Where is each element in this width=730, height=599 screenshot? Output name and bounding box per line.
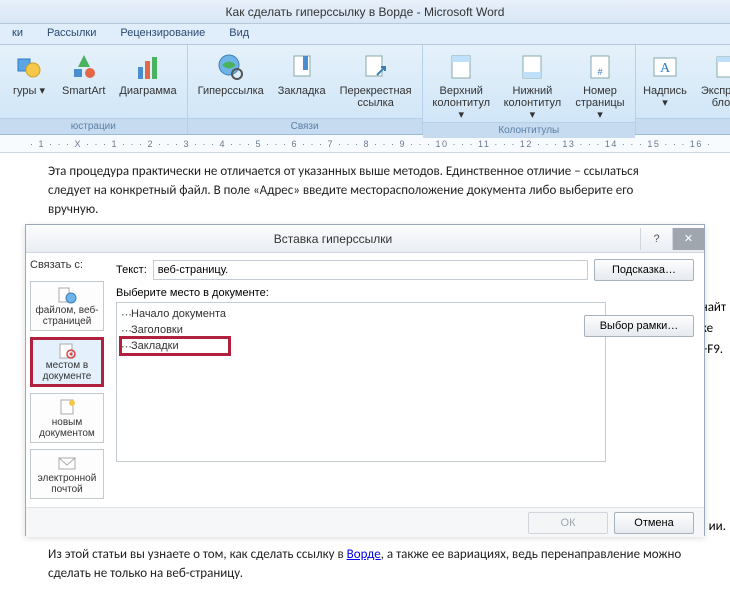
ribbon-tabs: ки Рассылки Рецензирование Вид [0,24,730,45]
chart-button[interactable]: Диаграмма [113,48,182,98]
shapes-button[interactable]: гуры ▾ [4,48,54,98]
chart-label: Диаграмма [119,85,176,97]
tree-item-bookmarks[interactable]: ⋯Закладки [121,338,229,354]
tree-item-headings[interactable]: ⋯Заголовки [121,322,601,338]
target-frame-button[interactable]: Выбор рамки… [584,315,694,337]
dialog-title: Вставка гиперссылки [26,232,640,246]
nav-place-in-doc[interactable]: местом в документе [30,337,104,387]
text-to-display-label: Текст: [116,264,147,276]
ribbon: гуры ▾ SmartArt Диаграмма юстрации Гипер… [0,45,730,135]
smartart-label: SmartArt [62,85,105,97]
group-headerfooter: Верхний колонтитул ▾ Нижний колонтитул ▾… [423,45,636,134]
doc-target-icon [56,342,78,360]
email-icon [56,453,78,473]
header-icon [445,51,477,83]
cancel-button[interactable]: Отмена [614,512,694,534]
group-text: A Надпись ▾ Экспресс-блоки [636,45,730,134]
pagenum-label: Номер страницы ▾ [575,85,625,121]
insert-hyperlink-dialog: Вставка гиперссылки ? ✕ Связать с: файло… [25,224,705,536]
quickparts-icon [710,51,730,83]
doc-fragment-2: ии. [709,519,726,534]
crossref-button[interactable]: Перекрестная ссылка [334,48,418,110]
doc-paragraph-2: Из этой статьи вы узнаете о том, как сде… [48,546,688,584]
group-illustrations-label: юстрации [0,118,187,134]
screen-tip-button[interactable]: Подсказка… [594,259,694,281]
dialog-titlebar: Вставка гиперссылки ? ✕ [26,225,704,253]
nav-file-webpage[interactable]: файлом, веб- страницей [30,281,104,331]
textbox-icon: A [649,51,681,83]
hyperlink-label: Гиперссылка [198,85,264,97]
select-place-label: Выберите место в документе: [116,287,694,299]
document-body: Эта процедура практически не отличается … [0,153,730,220]
ruler: · 1 · · · X · · · 1 · · · 2 · · · 3 · · … [0,135,730,153]
tab-mailings[interactable]: Рассылки [35,24,108,44]
group-links-label: Связи [188,118,422,134]
quickparts-label: Экспресс-блоки [698,85,730,109]
globe-link-icon [215,51,247,83]
quickparts-button[interactable]: Экспресс-блоки [692,48,730,110]
link-to-label: Связать с: [30,259,108,271]
tab-view[interactable]: Вид [217,24,261,44]
tree-item-top[interactable]: ⋯Начало документа [121,306,601,322]
smartart-button[interactable]: SmartArt [56,48,111,98]
svg-text:A: A [660,61,671,76]
tab-partial[interactable]: ки [0,24,35,44]
footer-label: Нижний колонтитул ▾ [504,85,562,121]
place-tree[interactable]: ⋯Начало документа ⋯Заголовки ⋯Закладки [116,302,606,462]
smartart-icon [68,51,100,83]
textbox-label: Надпись ▾ [643,85,687,109]
shapes-icon [13,51,45,83]
globe-file-icon [56,285,78,305]
hyperlink-button[interactable]: Гиперссылка [192,48,270,98]
header-label: Верхний колонтитул ▾ [432,85,490,121]
doc-paragraph: Эта процедура практически не отличается … [48,163,682,220]
close-button[interactable]: ✕ [672,228,704,250]
doc-link[interactable]: Ворде [347,547,381,562]
svg-text:#: # [597,67,602,77]
chart-icon [132,51,164,83]
crossref-label: Перекрестная ссылка [340,85,412,109]
shapes-label: гуры ▾ [13,85,45,97]
header-button[interactable]: Верхний колонтитул ▾ [427,48,496,122]
nav-new-doc[interactable]: новым документом [30,393,104,443]
bookmark-label: Закладка [278,85,326,97]
footer-button[interactable]: Нижний колонтитул ▾ [498,48,567,122]
pagenum-button[interactable]: # Номер страницы ▾ [569,48,631,122]
window-title: Как сделать гиперссылку в Ворде - Micros… [0,0,730,24]
pagenum-icon: # [584,51,616,83]
dialog-footer: ОК Отмена [26,507,704,537]
nav-email[interactable]: электронной почтой [30,449,104,499]
link-to-panel: Связать с: файлом, веб- страницей местом… [26,253,112,507]
text-to-display-input[interactable] [153,260,588,280]
help-button[interactable]: ? [640,228,672,250]
new-doc-icon [56,397,78,417]
tab-review[interactable]: Рецензирование [108,24,217,44]
ok-button: ОК [528,512,608,534]
bookmark-icon [286,51,318,83]
crossref-icon [360,51,392,83]
textbox-button[interactable]: A Надпись ▾ [640,48,690,110]
group-links: Гиперссылка Закладка Перекрестная ссылка… [188,45,423,134]
group-illustrations: гуры ▾ SmartArt Диаграмма юстрации [0,45,188,134]
footer-icon [516,51,548,83]
bookmark-button[interactable]: Закладка [272,48,332,98]
